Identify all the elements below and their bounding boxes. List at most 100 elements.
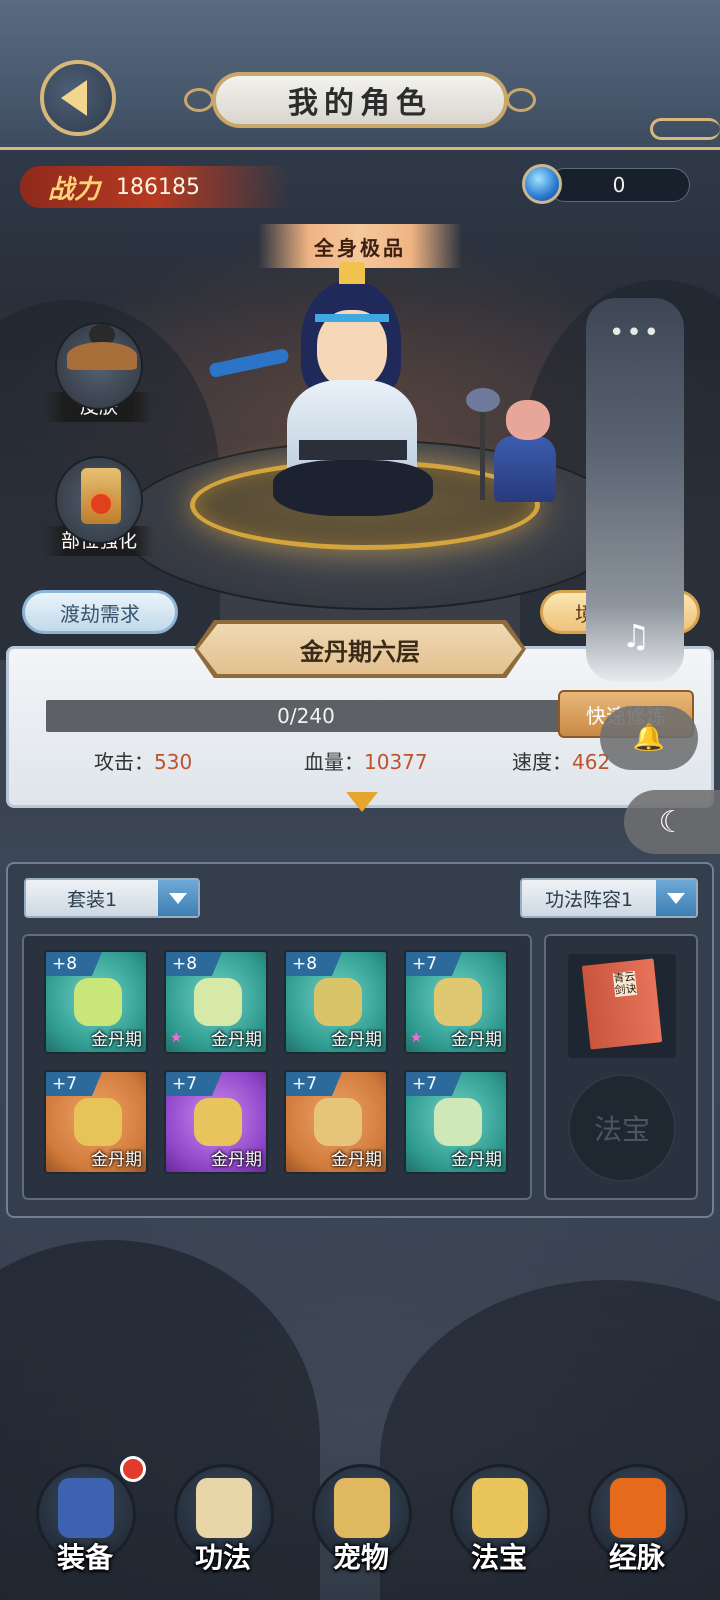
equipment-realm: 金丹期 — [451, 1030, 502, 1050]
floating-toolbar: ••• ♫ — [586, 298, 684, 682]
part-enhance-button[interactable]: 部位强化 — [44, 456, 154, 556]
necklace-icon — [74, 1098, 122, 1146]
equipment-level: +7 — [46, 1072, 102, 1096]
equipment-slot[interactable]: +7 金丹期 — [164, 1070, 268, 1174]
equipment-level: +7 — [286, 1072, 342, 1096]
title-ornament-left — [184, 88, 214, 112]
nav-item[interactable]: 法宝 — [444, 1450, 554, 1590]
nav-item-label: 宠物 — [332, 1541, 389, 1574]
equipment-realm: 金丹期 — [91, 1030, 142, 1050]
stat-speed-label: 速度： — [512, 750, 572, 774]
equipment-icon — [58, 1478, 114, 1538]
pet-head — [506, 400, 550, 440]
nav-item-label: 装备 — [56, 1541, 113, 1574]
skill-book-title: 青云剑诀 — [612, 969, 638, 998]
stat-attack-value: 530 — [154, 750, 193, 774]
stat-hp: 血量：10377 — [304, 746, 428, 775]
equipment-level: +7 — [166, 1072, 222, 1096]
equipment-realm: 金丹期 — [91, 1150, 142, 1170]
equipment-slot[interactable]: +7 金丹期 — [284, 1070, 388, 1174]
treasure-slot[interactable]: 法宝 — [568, 1074, 676, 1182]
stat-attack: 攻击：530 — [94, 746, 192, 775]
combat-power-value: 186185 — [116, 174, 200, 200]
hero-character[interactable] — [208, 250, 445, 530]
formation-select-value: 功法阵容1 — [544, 888, 634, 911]
header-cloud-ornament — [650, 118, 720, 140]
realm-name: 金丹期六层 — [198, 624, 522, 674]
jade-icon — [434, 1098, 482, 1146]
equipment-level: +7 — [406, 1072, 462, 1096]
bottom-nav: 装备 功法 宠物 法宝 经脉 — [0, 1450, 720, 1600]
pet-character[interactable] — [466, 388, 560, 510]
spirit-orb-icon — [522, 164, 562, 204]
set-select[interactable]: 套装1 — [24, 878, 200, 918]
hero-crown — [339, 262, 365, 284]
equipment-realm: 金丹期 — [331, 1030, 382, 1050]
nav-item[interactable]: 装备 — [30, 1450, 146, 1590]
equipment-slot[interactable]: +7 金丹期 — [404, 1070, 508, 1174]
combat-power: 战力 186185 — [20, 166, 290, 208]
back-button[interactable] — [40, 60, 116, 136]
equipment-level: +8 — [286, 952, 342, 976]
equipment-realm: 金丹期 — [211, 1150, 262, 1170]
pagoda-icon — [55, 456, 143, 544]
equipment-level: +8 — [166, 952, 222, 976]
equipment-slot[interactable]: +8 ★ 金丹期 — [164, 950, 268, 1054]
scroll-icon — [196, 1478, 252, 1538]
set-select-value: 套装1 — [66, 888, 118, 911]
pet-icon — [334, 1478, 390, 1538]
bracelet-icon — [314, 1098, 362, 1146]
chevron-down-icon — [656, 880, 696, 916]
helmet-icon — [314, 978, 362, 1026]
equipment-realm: 金丹期 — [331, 1150, 382, 1170]
nav-item[interactable]: 宠物 — [306, 1450, 416, 1590]
treasure-icon — [472, 1478, 528, 1538]
hero-belt — [299, 440, 407, 460]
hero-headband — [315, 314, 389, 322]
equipment-realm: 金丹期 — [451, 1150, 502, 1170]
equipment-level: +7 — [406, 952, 462, 976]
stat-attack-label: 攻击： — [94, 750, 154, 774]
exp-progress-bar: 0/240 — [46, 700, 566, 732]
nav-item-label: 功法 — [194, 1541, 251, 1574]
notification-dot — [120, 1456, 146, 1482]
nav-item-label: 法宝 — [470, 1541, 527, 1574]
expand-chevron-icon[interactable] — [346, 792, 378, 812]
nav-item[interactable]: 功法 — [168, 1450, 278, 1590]
bell-icon[interactable]: 🔔 — [600, 706, 698, 770]
equipment-slot[interactable]: +8 金丹期 — [284, 950, 388, 1054]
equipment-level: +8 — [46, 952, 102, 976]
stat-hp-value: 10377 — [364, 750, 428, 774]
ring-icon — [194, 1098, 242, 1146]
title-ornament-right — [506, 88, 536, 112]
currency-display[interactable]: 0 — [548, 168, 690, 202]
star-icon: ★ — [410, 1030, 423, 1046]
formation-select[interactable]: 功法阵容1 — [520, 878, 698, 918]
equipment-slot[interactable]: +8 金丹期 — [44, 950, 148, 1054]
nav-item-label: 经脉 — [608, 1541, 665, 1574]
currency-value: 0 — [612, 173, 626, 197]
skin-button[interactable]: 皮肤 — [44, 322, 154, 422]
equipment-slot[interactable]: +7 金丹期 — [44, 1070, 148, 1174]
nav-item[interactable]: 经脉 — [582, 1450, 692, 1590]
stat-hp-label: 血量： — [304, 750, 364, 774]
skin-hat-icon — [55, 322, 143, 410]
music-icon[interactable]: ♫ — [616, 616, 656, 656]
equipment-slot[interactable]: +7 ★ 金丹期 — [404, 950, 508, 1054]
sword-icon — [74, 978, 122, 1026]
hero-legs — [273, 460, 433, 516]
back-arrow-icon — [61, 80, 87, 116]
combat-power-label: 战力 — [48, 174, 101, 205]
armor-icon — [194, 978, 242, 1026]
pet-staff-head — [466, 388, 500, 412]
star-icon: ★ — [170, 1030, 183, 1046]
pet-cloak — [494, 436, 556, 502]
tribulation-requirement-button[interactable]: 渡劫需求 — [22, 590, 178, 634]
meridian-icon — [610, 1478, 666, 1538]
exp-text: 0/240 — [277, 704, 335, 728]
more-icon[interactable]: ••• — [586, 318, 684, 348]
chevron-down-icon — [158, 880, 198, 916]
moon-icon[interactable]: ☾ — [624, 790, 720, 854]
stat-speed: 速度：462 — [512, 746, 610, 775]
equipment-realm: 金丹期 — [211, 1030, 262, 1050]
